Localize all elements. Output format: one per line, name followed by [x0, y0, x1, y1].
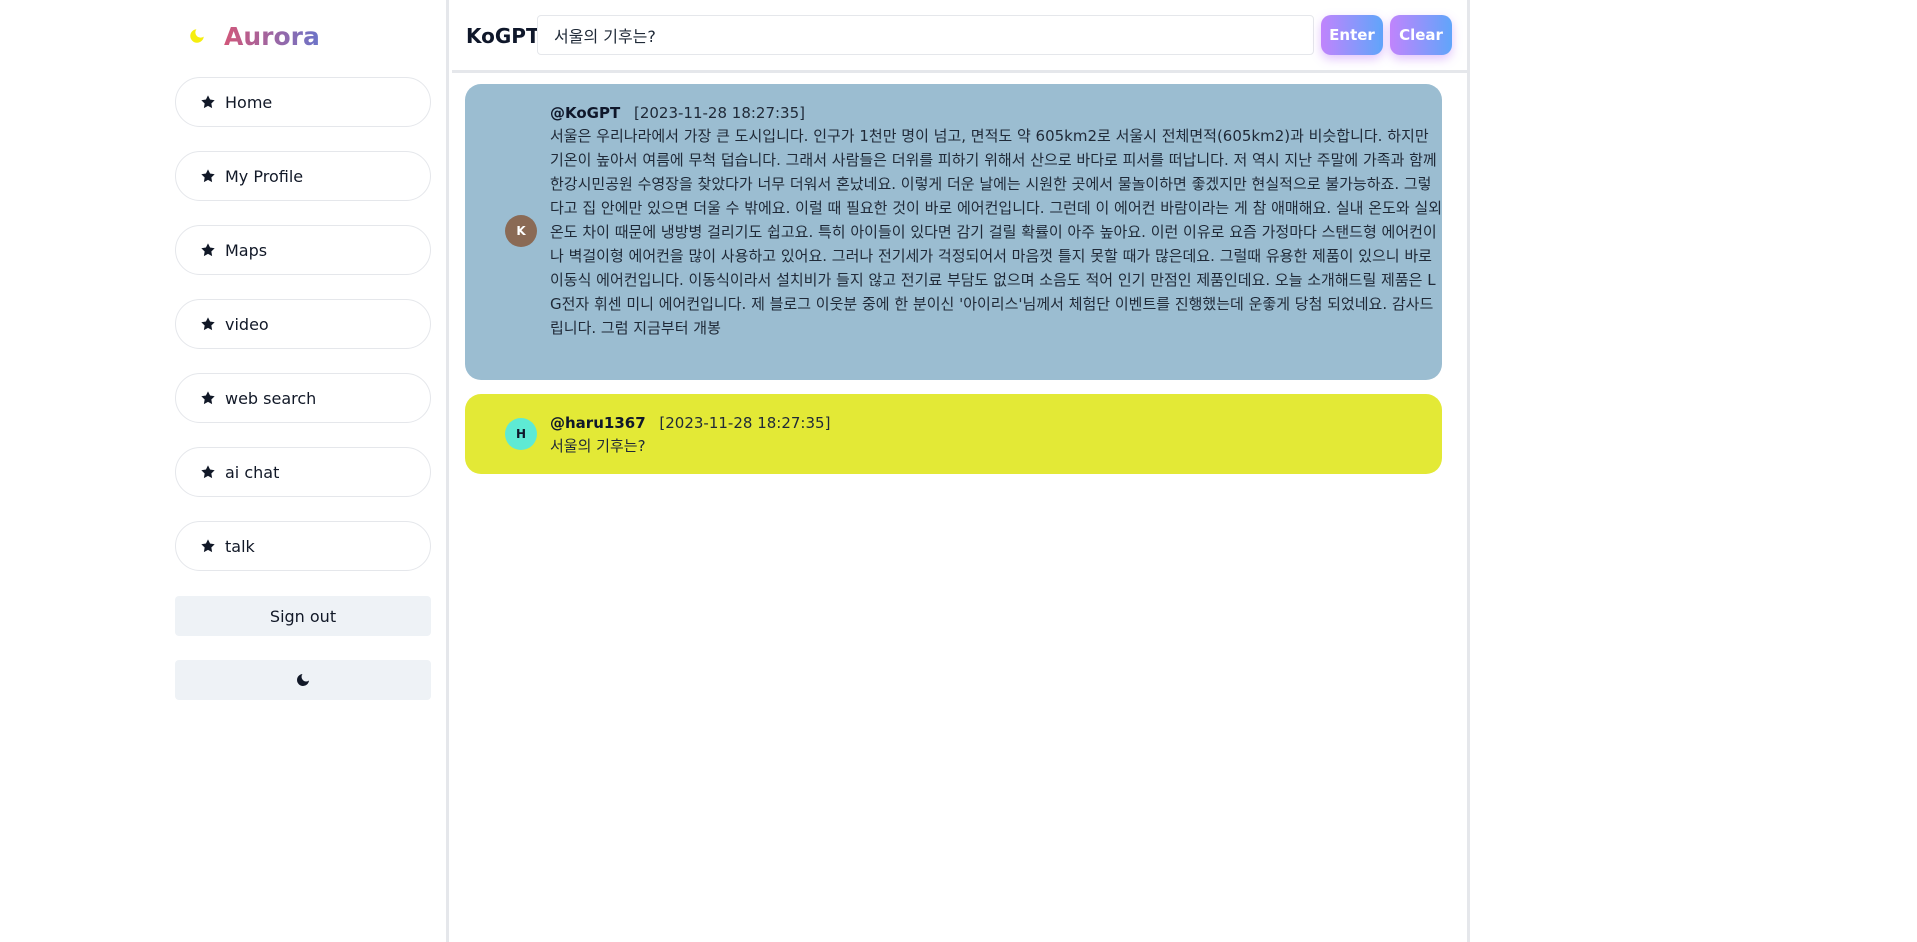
- sidebar-item-web-search[interactable]: web search: [175, 373, 431, 423]
- message-user: H @haru1367 [2023-11-28 18:27:35] 서울의 기후…: [465, 394, 1442, 474]
- avatar: H: [505, 418, 537, 450]
- sidebar-item-label: My Profile: [225, 166, 304, 186]
- star-icon: [200, 168, 216, 184]
- prompt-input[interactable]: [537, 15, 1314, 55]
- sidebar-item-maps[interactable]: Maps: [175, 225, 431, 275]
- message-text: 서울의 기후는?: [550, 437, 646, 455]
- star-icon: [200, 94, 216, 110]
- sidebar-item-label: Maps: [225, 240, 268, 260]
- sidebar: Aurora Home My Profile Maps video web se…: [0, 0, 449, 942]
- moon-icon: [295, 672, 311, 688]
- star-icon: [200, 390, 216, 406]
- page-title: KoGPT: [466, 24, 540, 48]
- sidebar-item-label: ai chat: [225, 462, 280, 482]
- sidebar-item-ai-chat[interactable]: ai chat: [175, 447, 431, 497]
- clear-button[interactable]: Clear: [1390, 15, 1452, 55]
- message-time: [2023-11-28 18:27:35]: [633, 104, 805, 122]
- sidebar-item-label: video: [225, 314, 269, 334]
- brand[interactable]: Aurora: [188, 18, 320, 54]
- message-meta: @KoGPT [2023-11-28 18:27:35]: [550, 102, 1442, 124]
- sidebar-item-label: Home: [225, 92, 273, 112]
- message-list: K @KoGPT [2023-11-28 18:27:35] 서울은 우리나라에…: [465, 84, 1442, 488]
- sign-out-button[interactable]: Sign out: [175, 596, 431, 636]
- chat-header: KoGPT Enter Clear: [452, 0, 1467, 73]
- star-icon: [200, 464, 216, 480]
- message-handle: @haru1367: [550, 414, 646, 432]
- sidebar-item-talk[interactable]: talk: [175, 521, 431, 571]
- theme-toggle-button[interactable]: [175, 660, 431, 700]
- message-ai: K @KoGPT [2023-11-28 18:27:35] 서울은 우리나라에…: [465, 84, 1442, 380]
- star-icon: [200, 538, 216, 554]
- message-body: @KoGPT [2023-11-28 18:27:35] 서울은 우리나라에서 …: [550, 102, 1442, 340]
- star-icon: [200, 242, 216, 258]
- sidebar-item-my-profile[interactable]: My Profile: [175, 151, 431, 201]
- sidebar-item-video[interactable]: video: [175, 299, 431, 349]
- sidebar-nav: Home My Profile Maps video web search ai…: [175, 77, 431, 595]
- message-time: [2023-11-28 18:27:35]: [659, 414, 831, 432]
- sidebar-item-home[interactable]: Home: [175, 77, 431, 127]
- star-icon: [200, 316, 216, 332]
- message-text: 서울은 우리나라에서 가장 큰 도시입니다. 인구가 1천만 명이 넘고, 면적…: [550, 127, 1443, 337]
- message-body: @haru1367 [2023-11-28 18:27:35] 서울의 기후는?: [550, 412, 1442, 458]
- avatar: K: [505, 215, 537, 247]
- message-meta: @haru1367 [2023-11-28 18:27:35]: [550, 412, 1442, 434]
- sidebar-item-label: web search: [225, 388, 317, 408]
- message-handle: @KoGPT: [550, 104, 621, 122]
- main-panel: KoGPT Enter Clear K @KoGPT [2023-11-28 1…: [452, 0, 1470, 942]
- sidebar-item-label: talk: [225, 536, 255, 556]
- brand-name: Aurora: [224, 21, 320, 51]
- enter-button[interactable]: Enter: [1321, 15, 1383, 55]
- moon-icon: [188, 26, 208, 46]
